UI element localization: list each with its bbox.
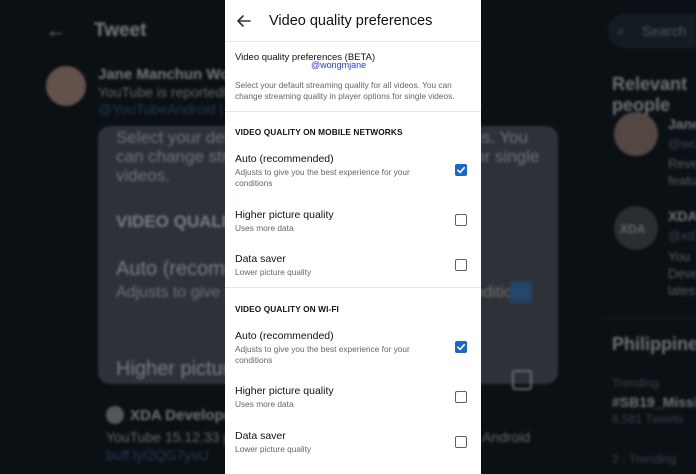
page-title: Video quality preferences (269, 13, 433, 29)
checkbox-mobile-saver[interactable] (455, 259, 467, 271)
section-divider (225, 287, 481, 288)
app-bar: Video quality preferences (225, 0, 481, 42)
option-title: Data saver (235, 430, 286, 442)
checkbox-wifi-high[interactable] (455, 391, 467, 403)
section-header-wifi: VIDEO QUALITY ON WI-FI (235, 304, 339, 314)
checkbox-wifi-auto[interactable] (455, 341, 467, 353)
section-divider (225, 111, 481, 112)
video-quality-screen: Video quality preferences Video quality … (225, 0, 481, 474)
option-mobile-saver[interactable]: Data saver Lower picture quality (225, 253, 481, 281)
option-title: Higher picture quality (235, 385, 334, 397)
option-subtitle: Adjusts to give you the best experience … (235, 344, 410, 365)
checkbox-mobile-auto[interactable] (455, 164, 467, 176)
checkbox-wifi-saver[interactable] (455, 436, 467, 448)
checkmark-icon (457, 166, 466, 174)
option-wifi-saver[interactable]: Data saver Lower picture quality (225, 430, 481, 458)
arrow-left-icon (237, 15, 251, 27)
checkmark-icon (457, 343, 466, 351)
option-subtitle: Uses more data (235, 399, 294, 409)
watermark-handle: @wongmjane (311, 60, 367, 70)
option-subtitle: Lower picture quality (235, 444, 312, 454)
option-subtitle: Adjusts to give you the best experience … (235, 167, 410, 188)
option-title: Data saver (235, 253, 286, 265)
back-button[interactable] (233, 10, 255, 32)
option-title: Auto (recommended) (235, 153, 334, 165)
intro-description: Select your default streaming quality fo… (235, 80, 455, 101)
option-wifi-auto[interactable]: Auto (recommended) Adjusts to give you t… (225, 330, 481, 368)
option-mobile-auto[interactable]: Auto (recommended) Adjusts to give you t… (225, 153, 481, 191)
option-subtitle: Uses more data (235, 223, 294, 233)
option-mobile-high[interactable]: Higher picture quality Uses more data (225, 209, 481, 237)
option-title: Higher picture quality (235, 209, 334, 221)
option-subtitle: Lower picture quality (235, 267, 312, 277)
section-header-mobile: VIDEO QUALITY ON MOBILE NETWORKS (235, 127, 403, 137)
checkbox-mobile-high[interactable] (455, 214, 467, 226)
option-title: Auto (recommended) (235, 330, 334, 342)
option-wifi-high[interactable]: Higher picture quality Uses more data (225, 385, 481, 413)
